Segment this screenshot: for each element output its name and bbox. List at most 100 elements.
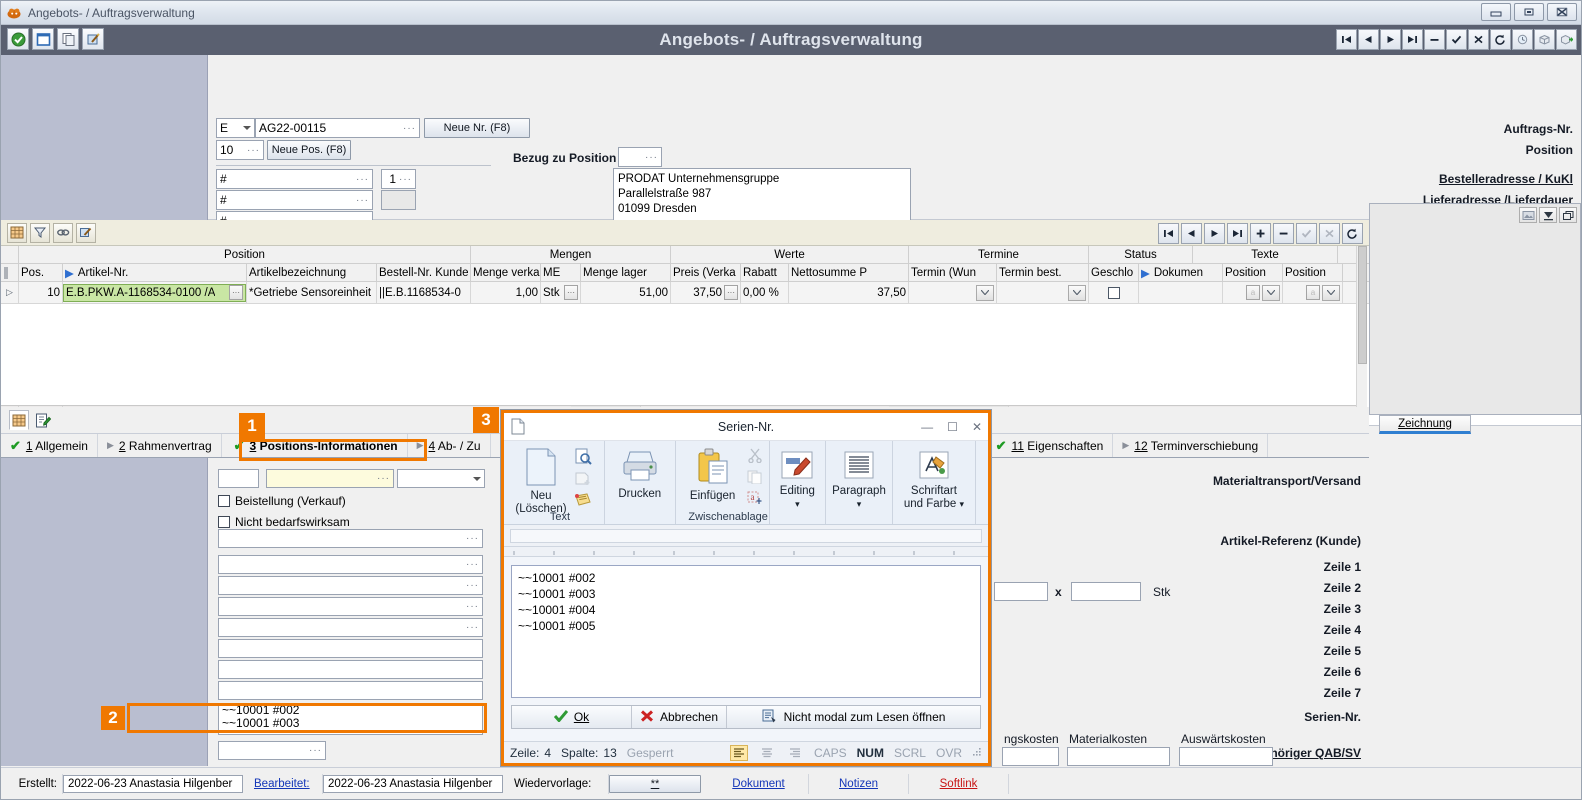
col-menge-verkauf[interactable]: Menge verka xyxy=(471,264,541,281)
align-center-icon[interactable] xyxy=(758,745,776,761)
wiedervorlage-button[interactable]: ** xyxy=(609,774,701,793)
text-position-2-dropdown[interactable] xyxy=(1322,284,1340,301)
last-row-icon[interactable] xyxy=(1227,223,1248,244)
neu-loeschen-button[interactable]: Neu (Löschen) xyxy=(510,448,572,516)
text-a-icon[interactable]: a xyxy=(1306,285,1320,300)
me-lookup-button[interactable]: ··· xyxy=(564,285,578,300)
position-input[interactable]: 10 ··· xyxy=(216,140,264,160)
softlink-cell[interactable]: Softlink xyxy=(909,773,1009,794)
col-preis[interactable]: Preis (Verka xyxy=(671,264,741,281)
preis-lookup-button[interactable]: ··· xyxy=(724,285,738,300)
materialtransport-code-input[interactable] xyxy=(218,469,259,488)
dialog-resize-grip[interactable] xyxy=(972,746,982,760)
note-icon[interactable] xyxy=(574,492,592,510)
ellipsis-icon[interactable]: ··· xyxy=(309,745,322,756)
table-row[interactable]: ▷ 10 E.B.PKW.A-1168534-0100 /A ··· *Getr… xyxy=(1,282,1581,304)
delete-row-icon[interactable] xyxy=(1273,223,1294,244)
cancel-icon[interactable] xyxy=(1468,29,1489,50)
zeile-3-input[interactable]: ··· xyxy=(218,597,483,616)
col-termin-bestaetigt[interactable]: Termin best. xyxy=(997,264,1089,281)
cell-artikel-nr[interactable]: E.B.PKW.A-1168534-0100 /A ··· xyxy=(63,282,247,303)
grid-view-icon[interactable] xyxy=(9,410,29,430)
ok-green-icon[interactable] xyxy=(7,28,29,50)
col-termin-wunsch[interactable]: Termin (Wun xyxy=(909,264,997,281)
add-row-icon[interactable] xyxy=(1250,223,1271,244)
nicht-bedarfswirksam-checkbox[interactable] xyxy=(218,516,230,528)
abbrechen-button[interactable]: Abbrechen xyxy=(632,706,727,728)
tab-2-rahmenvertrag[interactable]: ▶ 2 Rahmenvertrag xyxy=(98,434,222,457)
confirm-icon[interactable] xyxy=(1446,29,1467,50)
clock-icon[interactable] xyxy=(1512,29,1533,50)
col-texte-position-1[interactable]: Position xyxy=(1223,264,1283,281)
dialog-format-strip[interactable] xyxy=(510,528,982,543)
zeile-7-input[interactable] xyxy=(218,681,483,700)
ellipsis-icon[interactable]: ··· xyxy=(356,174,369,185)
cut-icon[interactable] xyxy=(747,448,763,466)
restore-icon[interactable] xyxy=(1559,207,1577,223)
editing-button[interactable]: Editing ▾ xyxy=(779,449,815,511)
dokument-link[interactable]: Dokument xyxy=(732,778,784,790)
prev-record-icon[interactable] xyxy=(1358,29,1379,50)
quantity-multiplier-a-input[interactable] xyxy=(994,582,1048,601)
schriftart-button[interactable]: Schriftart und Farbe ▾ xyxy=(904,449,964,511)
col-rabatt[interactable]: Rabatt xyxy=(741,264,789,281)
dialog-maximize-button[interactable]: ☐ xyxy=(947,420,958,434)
zeile-5-input[interactable] xyxy=(218,639,483,658)
bearbeitet-link[interactable]: Bearbeitet: xyxy=(254,778,310,790)
paragraph-dropdown-arrow[interactable]: ▾ xyxy=(857,498,862,511)
zeile-2-input[interactable]: ··· xyxy=(218,576,483,595)
link-icon[interactable] xyxy=(53,222,73,243)
last-record-icon[interactable] xyxy=(1402,29,1423,50)
scrollbar-thumb[interactable] xyxy=(1358,246,1367,364)
grid-vertical-scrollbar[interactable] xyxy=(1356,246,1367,425)
auftrags-prefix-select[interactable]: E xyxy=(216,118,255,138)
neue-pos-button[interactable]: Neue Pos. (F8) xyxy=(267,140,351,160)
lieferadresse-input[interactable]: # ··· xyxy=(216,190,373,210)
checkbox-beistellung[interactable]: Beistellung (Verkauf) xyxy=(218,494,346,508)
ellipsis-icon[interactable]: ··· xyxy=(356,195,369,206)
kukl-input[interactable]: 1 ··· xyxy=(381,169,416,189)
col-texte-position-2[interactable]: Position xyxy=(1283,264,1343,281)
ellipsis-icon[interactable]: ··· xyxy=(377,473,390,484)
wand-icon[interactable] xyxy=(76,222,96,243)
geschlossen-checkbox[interactable] xyxy=(1107,286,1120,299)
ellipsis-icon[interactable]: ··· xyxy=(466,622,479,633)
notizen-link[interactable]: Notizen xyxy=(839,778,878,790)
ellipsis-icon[interactable]: ··· xyxy=(645,152,658,163)
maximize-button[interactable] xyxy=(1514,3,1544,21)
col-nettosumme[interactable]: Nettosumme P xyxy=(789,264,909,281)
col-me[interactable]: ME xyxy=(541,264,581,281)
next-record-icon[interactable] xyxy=(1380,29,1401,50)
serien-nr-textarea[interactable]: ~~10001 #002 ~~10001 #003 ~~10001 #004 ~… xyxy=(511,565,981,698)
einfuegen-button[interactable]: Einfügen xyxy=(682,448,744,503)
dokument-cell[interactable]: Dokument xyxy=(709,773,809,794)
zeile-4-input[interactable]: ··· xyxy=(218,618,483,637)
ellipsis-icon[interactable]: ··· xyxy=(466,601,479,612)
artikel-nr-editor[interactable]: E.B.PKW.A-1168534-0100 /A ··· xyxy=(63,283,246,302)
materialtransport-text-input[interactable]: ··· xyxy=(266,469,394,488)
refresh-rows-icon[interactable] xyxy=(1342,223,1363,244)
nicht-modal-button[interactable]: Nicht modal zum Lesen öffnen xyxy=(727,706,980,728)
auftrags-nr-input[interactable]: AG22-00115 ··· xyxy=(255,118,420,138)
artikel-nr-lookup-button[interactable]: ··· xyxy=(229,285,243,300)
prev-row-icon[interactable] xyxy=(1181,223,1202,244)
editing-dropdown-arrow[interactable]: ▾ xyxy=(795,498,800,511)
ok-button[interactable]: Ok xyxy=(512,706,632,728)
checkbox-nicht-bedarfswirksam[interactable]: Nicht bedarfswirksam xyxy=(218,515,350,529)
neue-nr-button[interactable]: Neue Nr. (F8) xyxy=(424,118,530,138)
accept-row-icon[interactable] xyxy=(1296,223,1317,244)
text-a-icon[interactable]: a xyxy=(1246,285,1260,300)
ellipsis-icon[interactable]: ··· xyxy=(399,174,412,185)
bezug-zu-position-input[interactable]: ··· xyxy=(618,147,662,167)
termin-bestaetigt-dropdown[interactable] xyxy=(1068,284,1086,301)
ellipsis-icon[interactable]: ··· xyxy=(247,145,260,156)
materialkosten-input[interactable] xyxy=(1067,747,1170,766)
refresh-icon[interactable] xyxy=(1490,29,1511,50)
cancel-row-icon[interactable] xyxy=(1319,223,1340,244)
auswaertskosten-input[interactable] xyxy=(1179,747,1273,766)
col-bestell-nr-kunde[interactable]: Bestell-Nr. Kunde xyxy=(377,264,471,281)
close-button[interactable] xyxy=(1547,3,1577,21)
format-painter-icon[interactable]: a xyxy=(747,491,763,508)
col-dokument[interactable]: ▶ Dokumen xyxy=(1139,264,1223,281)
add-page-icon[interactable] xyxy=(574,471,592,489)
